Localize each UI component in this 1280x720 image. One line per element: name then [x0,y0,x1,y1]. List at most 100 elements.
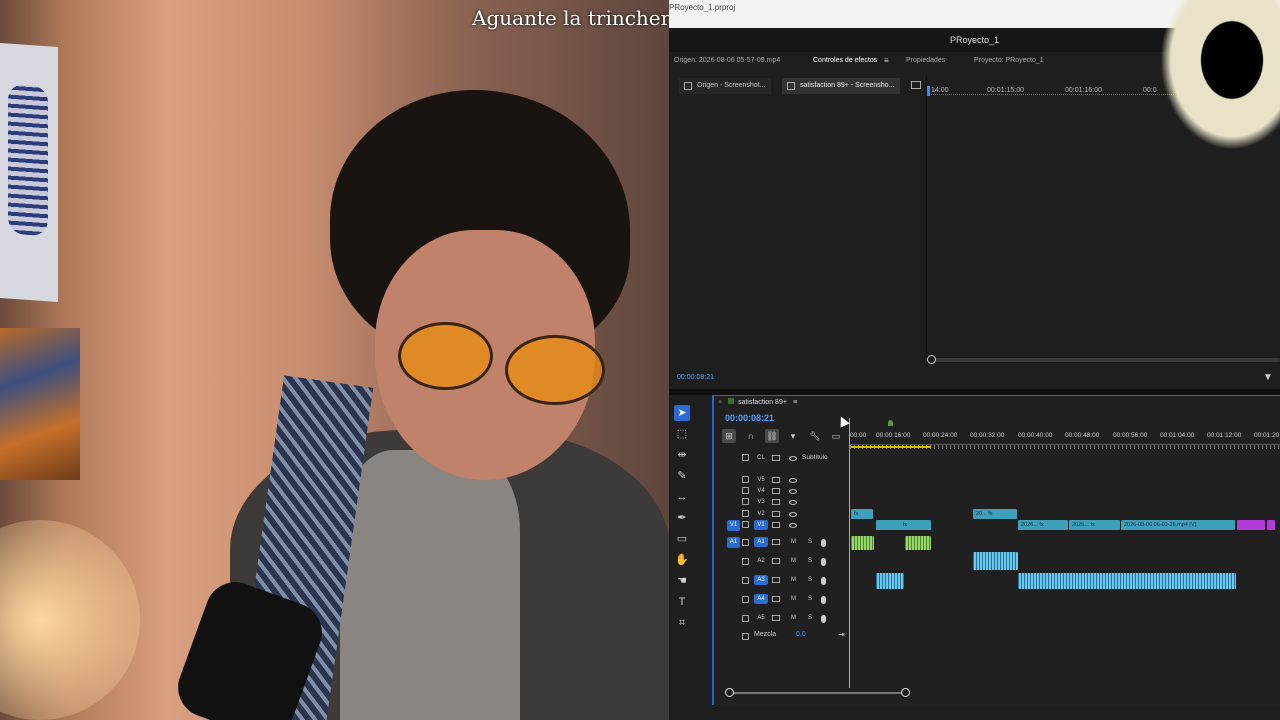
track-label[interactable]: V3 [754,497,768,507]
hand-tool-icon[interactable]: ☚ [674,573,690,589]
track-output-icon[interactable] [772,539,780,545]
scrollbar-handle-left[interactable] [725,688,734,697]
solo-button[interactable]: S [808,577,812,583]
track-label[interactable]: A5 [754,613,768,623]
track-label[interactable]: A1 [754,537,768,547]
rectangle-tool-icon[interactable]: ▭ [674,531,690,547]
track-label[interactable]: A4 [754,594,768,604]
lock-icon[interactable] [742,633,749,640]
lock-icon[interactable] [742,539,749,546]
sequence-clip-button[interactable]: satisfaction 89+ - Screensho... [782,78,901,94]
panel-divider[interactable] [926,76,927,366]
solo-button[interactable]: S [808,615,812,621]
audio-clip[interactable] [905,536,931,550]
track-output-icon[interactable] [772,615,780,621]
effect-controls-timecode[interactable]: 00:00:08:21 [677,374,714,381]
timeline-timecode[interactable]: 00:00:08:21 [725,413,774,423]
track-output-icon[interactable] [772,596,780,602]
mute-button[interactable]: M [791,558,796,564]
lock-icon[interactable] [742,577,749,584]
tab-source[interactable]: Origen: 2026-08-06 05-57-09.mp4 [674,57,780,64]
eye-icon[interactable] [789,512,797,517]
sequence-menu-icon[interactable]: ≡ [793,399,797,406]
mix-volume-value[interactable]: 0,0 [796,631,806,638]
track-output-icon[interactable] [772,522,780,528]
track-output-icon[interactable] [772,455,780,461]
microphone-icon[interactable] [821,577,826,585]
tab-menu-icon[interactable]: ≡ [884,56,889,65]
track-output-icon[interactable] [772,558,780,564]
audio-clip[interactable] [851,536,874,550]
microphone-icon[interactable] [821,615,826,623]
video-clip[interactable]: fx [876,520,931,530]
toggle-view-icon[interactable] [911,81,921,89]
filter-icon[interactable]: ▼ [1263,372,1273,383]
track-label[interactable]: A2 [754,556,768,566]
track-caption-label[interactable]: CL [754,453,768,463]
settings-wrench-icon[interactable]: 🔧︎ [808,429,822,443]
hand-tool-icon[interactable]: ✋ [674,552,690,568]
microphone-icon[interactable] [821,558,826,566]
timeline-playhead[interactable] [849,418,850,688]
solo-button[interactable]: S [808,558,812,564]
eye-icon[interactable] [789,456,797,461]
track-output-icon[interactable] [772,511,780,517]
add-marker-icon[interactable]: ▾ [786,429,800,443]
mute-button[interactable]: M [791,615,796,621]
track-output-icon[interactable] [772,477,780,483]
solo-button[interactable]: S [808,539,812,545]
pen-tool-icon[interactable]: ✒ [674,510,690,526]
track-label[interactable]: V4 [754,486,768,496]
video-clip[interactable] [1237,520,1265,530]
timeline-marker-icon[interactable] [888,420,893,426]
timeline-zoom-scrollbar[interactable] [725,688,910,697]
close-icon[interactable]: × [718,399,722,406]
tab-properties[interactable]: Propiedades [906,57,945,64]
video-clip[interactable]: 2026... fx [1069,520,1120,530]
linked-selection-icon[interactable]: ⛓ [765,429,779,443]
lock-icon[interactable] [742,558,749,565]
timeline-ruler[interactable]: 00:00 00:00:16:00 00:00:24:00 00:00:32:0… [850,432,1280,444]
lock-icon[interactable] [742,615,749,622]
snap-icon[interactable]: ∩ [744,429,758,443]
video-clip[interactable]: 2026-08-06 06-03-26.mp4 [V] [1121,520,1235,530]
microphone-icon[interactable] [821,596,826,604]
eye-icon[interactable] [789,523,797,528]
mute-button[interactable]: M [791,539,796,545]
audio-clip[interactable] [1018,573,1236,589]
track-label[interactable]: V5 [754,475,768,485]
mute-button[interactable]: M [791,596,796,602]
video-clip[interactable]: 20... fx [973,509,1017,519]
track-select-tool-icon[interactable]: ⬚ [674,426,690,442]
track-label[interactable]: V2 [754,509,768,519]
solo-button[interactable]: S [808,596,812,602]
eye-icon[interactable] [789,478,797,483]
razor-tool-icon[interactable]: ✎ [674,468,690,484]
type-tool-icon[interactable]: T [674,594,690,610]
track-output-icon[interactable] [772,499,780,505]
source-patch-v1[interactable]: V1 [727,520,740,531]
eye-icon[interactable] [789,489,797,494]
source-patch-a1[interactable]: A1 [727,537,740,548]
mix-end-icon[interactable]: ⇥ [838,630,845,639]
mute-button[interactable]: M [791,577,796,583]
captions-tool-icon[interactable]: ⌗ [674,615,690,631]
lock-icon[interactable] [742,476,749,483]
lock-icon[interactable] [742,596,749,603]
lock-icon[interactable] [742,510,749,517]
video-clip[interactable]: 2026... fx [1018,520,1068,530]
effect-controls-playhead[interactable] [927,86,930,96]
lock-icon[interactable] [742,487,749,494]
tab-project[interactable]: Proyecto: PRoyecto_1 [974,57,1044,64]
video-clip[interactable] [1267,520,1275,530]
slip-tool-icon[interactable]: ↔ [674,489,690,505]
selection-tool-icon[interactable]: ➤ [674,405,690,421]
lock-icon[interactable] [742,498,749,505]
captions-icon[interactable]: ▭ [829,429,843,443]
sequence-tab[interactable]: × satisfaction 89+ ≡ [718,398,797,406]
tab-effect-controls[interactable]: Controles de efectos [813,57,877,64]
timeline-panel[interactable]: × satisfaction 89+ ≡ 00:00:08:21 ⊞ ∩ ⛓ ▾ 🔧… [712,395,1280,705]
track-label[interactable]: V1 [754,520,768,530]
scrollbar-handle-right[interactable] [901,688,910,697]
track-output-icon[interactable] [772,577,780,583]
